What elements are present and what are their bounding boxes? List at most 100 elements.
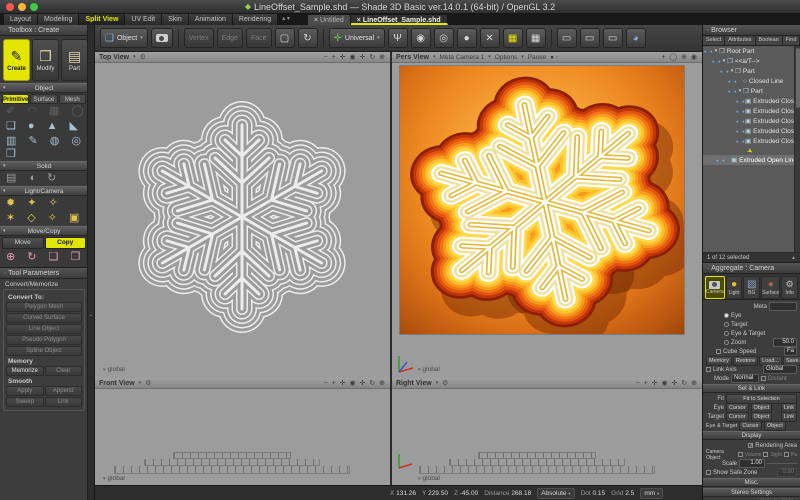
- window-zoom-button[interactable]: [30, 3, 38, 11]
- manipulator-button-1[interactable]: ◉: [411, 28, 431, 48]
- tab-skin[interactable]: Skin: [162, 14, 189, 25]
- front-view-header[interactable]: Front View ▾ ⚙ − + ✛ ◉ ✛ ↻ ⊕: [95, 378, 390, 389]
- part-button[interactable]: ▤ Part: [61, 39, 88, 81]
- meta-dropdown[interactable]: [769, 302, 797, 311]
- universal-manipulator-button[interactable]: ✛ Universal ▾: [329, 28, 385, 48]
- toolbox-scrollbar[interactable]: ▪: [87, 25, 94, 500]
- object-mode-button[interactable]: ❑ Object ▾: [100, 28, 148, 48]
- apply-button[interactable]: Apply: [6, 386, 44, 396]
- visibility-toggle-icon[interactable]: ● ●: [711, 59, 721, 64]
- visibility-toggle-icon[interactable]: ● ●: [703, 49, 713, 54]
- visibility-toggle-icon[interactable]: ● ●: [719, 69, 729, 74]
- distant-checkbox[interactable]: [761, 376, 766, 381]
- eye-target-cursor-button[interactable]: Cursor: [739, 421, 762, 431]
- memory-button[interactable]: Memory: [706, 356, 732, 366]
- path-checkbox[interactable]: [784, 452, 789, 457]
- aggregate-tab-info[interactable]: ⚙ Info: [781, 276, 798, 299]
- pause-button[interactable]: Pause: [528, 54, 546, 61]
- view-zoom-controls[interactable]: − + ✛ ◉ ✛ ↻ ⊕: [324, 53, 386, 61]
- link-button[interactable]: Link: [45, 397, 83, 407]
- tab-overflow-controls[interactable]: ▴ ▾: [278, 14, 294, 25]
- visibility-toggle-icon[interactable]: ● ●: [735, 129, 745, 134]
- panel-collapse-icon[interactable]: ◦: [4, 28, 6, 34]
- tab-primitive[interactable]: Primitive: [2, 94, 29, 104]
- primitive-icon-row-3[interactable]: ▥ ✎ ◍ ◎: [0, 134, 88, 149]
- tree-row[interactable]: ● ● ○ Closed Line: [703, 76, 800, 86]
- visibility-toggle-icon[interactable]: ● ●: [735, 139, 745, 144]
- tab-layout[interactable]: Layout: [3, 14, 38, 25]
- sphere-display-button[interactable]: ●: [457, 28, 477, 48]
- quad-view-button[interactable]: ▭: [603, 28, 623, 48]
- append-button[interactable]: Append: [45, 386, 83, 396]
- axis-mode-label[interactable]: ▾global: [418, 475, 440, 482]
- right-view-header[interactable]: Right View ▾ ⚙ − + ✛ ◉ ✛ ↻ ⊕: [392, 378, 702, 389]
- move-icon-row-1[interactable]: ⊕ ↻ ❏ ❐: [0, 250, 88, 265]
- browser-scrollbar[interactable]: [794, 46, 800, 253]
- eye-radio[interactable]: [724, 313, 729, 318]
- cube-speed-checkbox[interactable]: [716, 349, 721, 354]
- chevron-down-icon[interactable]: ▾: [521, 54, 524, 60]
- visibility-toggle-icon[interactable]: ● ●: [735, 109, 745, 114]
- zoom-radio[interactable]: [724, 340, 729, 345]
- tree-row[interactable]: ● ● ▣ Extruded Closed: [703, 136, 800, 146]
- polygon-mesh-button[interactable]: Polygon Mesh: [6, 302, 82, 312]
- link-axis-checkbox[interactable]: [706, 367, 711, 372]
- doc-tab-lineoffset[interactable]: ×LineOffset_Sample.shd: [351, 15, 448, 25]
- clear-button[interactable]: Clear: [45, 366, 83, 376]
- sweep-button[interactable]: Sweep: [6, 397, 44, 407]
- window-close-button[interactable]: [6, 3, 14, 11]
- top-view-header[interactable]: Top View ▾ ⚙ − + ✛ ◉ ✛ ↻ ⊕: [95, 52, 390, 63]
- panel-collapse-icon[interactable]: ◦: [4, 271, 6, 277]
- view-zoom-controls[interactable]: + ◯ ⊕ ◉: [661, 53, 698, 61]
- close-icon[interactable]: ×: [357, 17, 361, 24]
- tab-uv-edit[interactable]: UV Edit: [125, 14, 162, 25]
- chevron-down-icon[interactable]: ▾: [488, 54, 491, 60]
- tree-row[interactable]: ● ● ▾ ❒ <<a/T-->: [703, 56, 800, 66]
- marquee-select-button[interactable]: ▢: [275, 28, 295, 48]
- chevron-down-icon[interactable]: ▾: [436, 380, 439, 386]
- scale-slider[interactable]: [767, 463, 797, 464]
- solid-icon-row[interactable]: ▤ ◖ ↻: [0, 171, 88, 186]
- pseudo-polygon-button[interactable]: Pseudo Polygon: [6, 335, 82, 345]
- vertex-mode-button[interactable]: Vertex: [184, 28, 214, 48]
- pers-view-header[interactable]: Pers View ▾ Meta Camera 1 ▾ Options ▾ Pa…: [392, 52, 702, 63]
- dual-view-button[interactable]: ▭: [580, 28, 600, 48]
- tree-row[interactable]: ● ● ▾ ❒ Part: [703, 86, 800, 96]
- collapse-up-icon[interactable]: ▲: [791, 253, 796, 262]
- gear-icon[interactable]: ⚙: [140, 53, 146, 61]
- pers-viewport[interactable]: Pers View ▾ Meta Camera 1 ▾ Options ▾ Pa…: [392, 52, 702, 378]
- aggregate-tab-camera[interactable]: Camera: [705, 276, 725, 299]
- aggregate-tab-bg[interactable]: ▨ BG: [743, 276, 760, 299]
- browser-tab-find[interactable]: Find: [783, 36, 800, 45]
- show-safe-zone-checkbox[interactable]: [706, 470, 711, 475]
- restore-button[interactable]: Restore: [733, 356, 758, 366]
- skeleton-button[interactable]: Ψ: [388, 28, 408, 48]
- primitive-icon-row-1[interactable]: ✐ ◠ ▦ ◯: [0, 104, 88, 119]
- doc-tab-untitled[interactable]: ×Untitled: [308, 15, 351, 25]
- tree-row[interactable]: ● ● ▣ Extruded Closed: [703, 116, 800, 126]
- rendering-area-checkbox[interactable]: ✓: [748, 443, 753, 448]
- section-light-camera[interactable]: ▾ Light/Camera: [0, 186, 88, 196]
- tab-mesh[interactable]: Mesh: [59, 94, 86, 104]
- chevron-down-icon[interactable]: ▾: [433, 54, 436, 60]
- move-button[interactable]: Move: [2, 237, 44, 249]
- visibility-toggle-icon[interactable]: ● ●: [727, 89, 737, 94]
- visibility-toggle-icon[interactable]: ● ●: [735, 119, 745, 124]
- camera-select-dropdown[interactable]: Meta Camera 1: [439, 54, 484, 61]
- grid-button[interactable]: ▦: [526, 28, 546, 48]
- tree-row[interactable]: ● ● ▣ Extruded Closed: [703, 106, 800, 116]
- visibility-toggle-icon[interactable]: ● ●: [727, 79, 737, 84]
- chevron-down-icon[interactable]: ▾: [139, 380, 142, 386]
- tree-row[interactable]: ● ● ▣ Extruded Closed: [703, 96, 800, 106]
- tab-split-view[interactable]: Split View: [79, 14, 125, 25]
- single-view-button[interactable]: ▭: [557, 28, 577, 48]
- light-icon-row-2[interactable]: ✶ ◇ ✧ ▣: [0, 211, 88, 226]
- eye-target-object-button[interactable]: Object: [764, 421, 786, 431]
- chevron-down-icon[interactable]: ▾: [133, 54, 136, 60]
- view-zoom-controls[interactable]: − + ✛ ◉ ✛ ↻ ⊕: [636, 379, 698, 387]
- spline-object-button[interactable]: Spline Object: [6, 346, 82, 356]
- memorize-button[interactable]: Memorize: [6, 366, 44, 376]
- safe-zone-field[interactable]: 0.90: [777, 468, 797, 477]
- section-object[interactable]: ▾ Object: [0, 83, 88, 93]
- tree-row[interactable]: ● ● ▾ ❒ Root Part: [703, 46, 800, 56]
